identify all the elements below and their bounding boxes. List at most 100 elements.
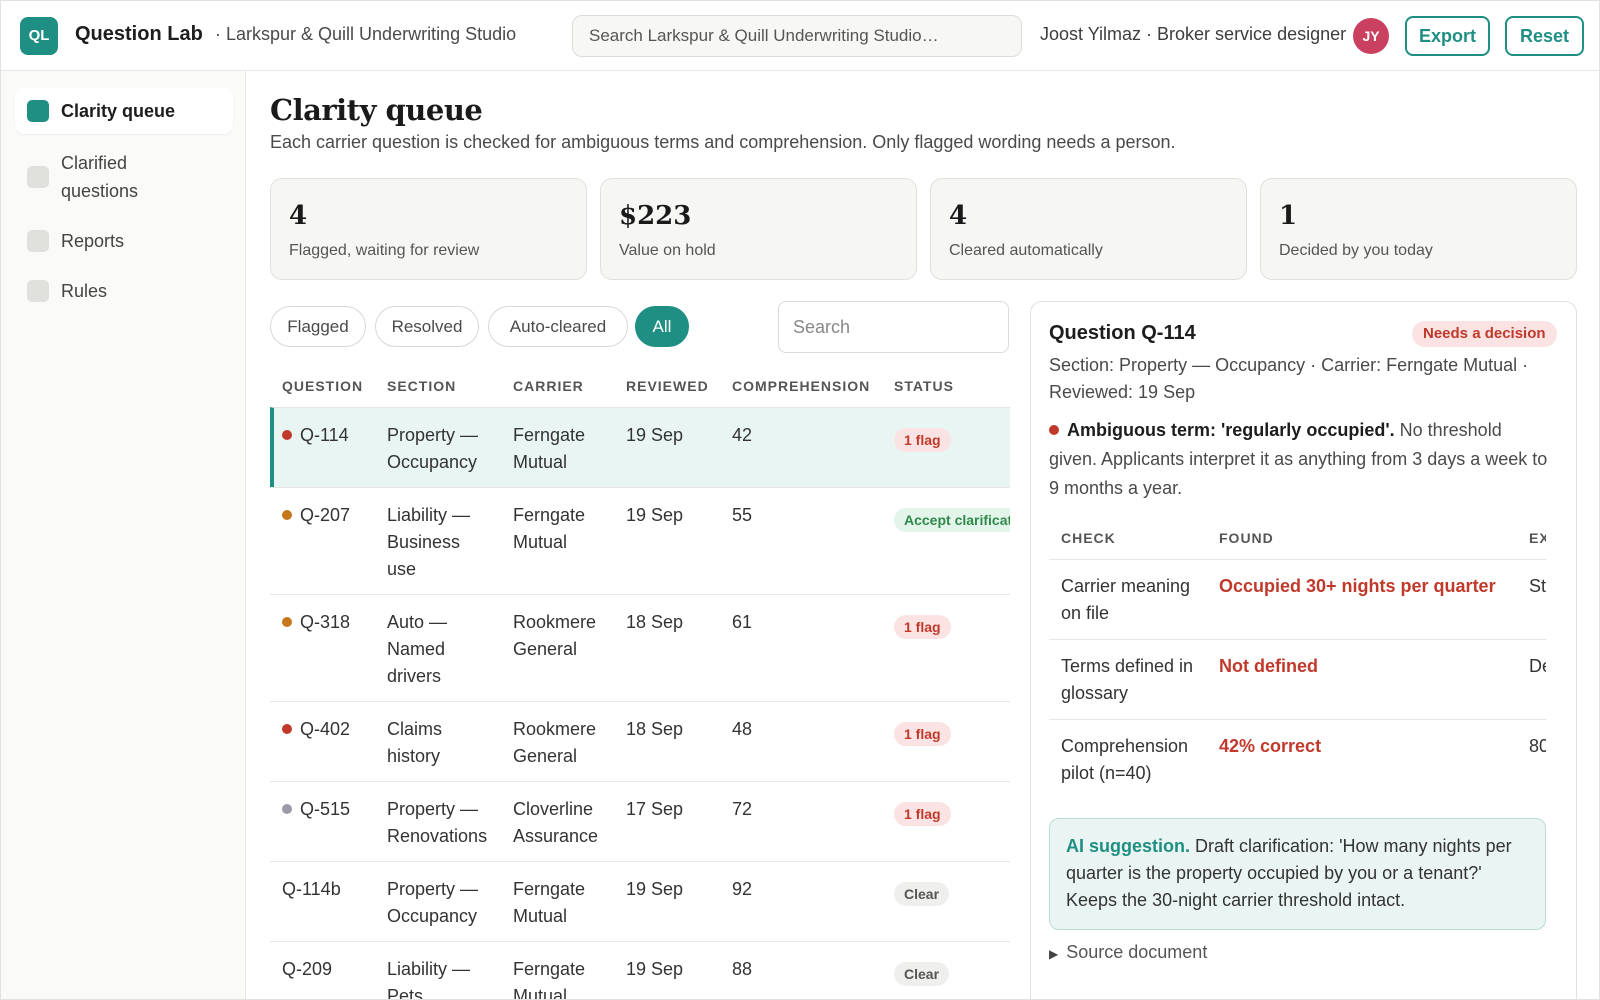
sidebar-item-clarity-queue[interactable]: Clarity queue — [15, 88, 233, 134]
sidebar-item-clarified-questions[interactable]: Clarified questions — [15, 146, 233, 208]
sidebar-item-reports[interactable]: Reports — [15, 221, 233, 261]
stat-card-flagged: 4 Flagged, waiting for review — [270, 178, 587, 280]
table-row[interactable]: Q-402 Claims history Rookmere General 18… — [270, 701, 1010, 781]
question-id: Q-515 — [300, 799, 351, 819]
question-id: Q-114 — [300, 425, 349, 445]
section-cell: Auto — Named drivers — [387, 612, 448, 686]
check-name: Comprehension pilot (n=40) — [1061, 736, 1189, 783]
question-id-cell: Q-207 — [282, 502, 350, 529]
reviewed-cell: 19 Sep — [626, 505, 684, 525]
sidebar-item-label: Reports — [61, 231, 125, 251]
ai-suggestion-label: AI suggestion. — [1066, 836, 1191, 856]
stat-label: Decided by you today — [1279, 242, 1433, 259]
check-row: Comprehension pilot (n=40) 42% correct 8… — [1049, 719, 1546, 799]
detail-meta: Section: Property — Occupancy · Carrier:… — [1049, 355, 1529, 402]
column-header-comprehension[interactable]: COMPREHENSION — [732, 378, 870, 394]
check-name: Carrier meaning on file — [1061, 576, 1191, 623]
sidebar: Clarity queue Clarified questions Report… — [1, 71, 246, 999]
flag-dot-icon — [282, 617, 292, 627]
comprehension-cell: 42 — [732, 425, 753, 445]
question-id: Q-209 — [282, 959, 333, 979]
stat-label: Flagged, waiting for review — [289, 242, 480, 259]
caret-right-icon: ▶ — [1049, 947, 1059, 961]
status-badge: 1 flag — [894, 802, 951, 826]
column-header-status[interactable]: STATUS — [894, 378, 954, 394]
table-row[interactable]: Q-114 Property — Occupancy Ferngate Mutu… — [270, 407, 1010, 487]
reviewed-cell: 19 Sep — [626, 959, 684, 979]
column-header-found: FOUND — [1219, 530, 1274, 546]
column-header-question[interactable]: QUESTION — [282, 378, 363, 394]
flag-dot-icon — [282, 804, 292, 814]
section-cell: Liability — Pets — [387, 959, 471, 1000]
stat-label: Cleared automatically — [949, 242, 1103, 259]
column-header-section[interactable]: SECTION — [387, 378, 456, 394]
export-button[interactable]: Export — [1405, 16, 1490, 56]
filter-resolved[interactable]: Resolved — [375, 306, 479, 347]
flag-dot-icon — [282, 430, 292, 440]
comprehension-cell: 72 — [732, 799, 753, 819]
decision-badge: Needs a decision — [1412, 321, 1557, 347]
section-cell: Property — Occupancy — [387, 425, 479, 472]
ambiguity-term: Ambiguous term: 'regularly occupied'. — [1067, 420, 1395, 440]
question-id: Q-207 — [300, 505, 351, 525]
nav-square-icon — [27, 230, 49, 252]
status-badge: Clear — [894, 882, 950, 906]
status-badge: 1 flag — [894, 428, 951, 452]
comprehension-cell: 55 — [732, 505, 753, 525]
nav-square-icon — [27, 166, 49, 188]
filter-all[interactable]: All — [635, 306, 689, 347]
stat-value: 4 — [949, 201, 968, 231]
status-badge: 1 flag — [894, 615, 951, 639]
sidebar-item-rules[interactable]: Rules — [15, 271, 233, 311]
check-found: Not defined — [1219, 656, 1318, 676]
stat-label: Value on hold — [619, 242, 716, 259]
table-row[interactable]: Q-515 Property — Renovations Cloverline … — [270, 781, 1010, 861]
carrier-cell: Cloverline Assurance — [513, 799, 599, 846]
carrier-cell: Rookmere General — [513, 612, 597, 659]
reset-button[interactable]: Reset — [1505, 16, 1584, 56]
sidebar-item-label: Clarity queue — [61, 101, 176, 121]
app-logo: QL — [20, 17, 58, 55]
checks-table: CHECK FOUND EXPECTED Carrier meaning on … — [1049, 517, 1546, 799]
status-badge: 1 flag — [894, 722, 951, 746]
check-name: Terms defined in glossary — [1061, 656, 1194, 703]
filter-auto-cleared[interactable]: Auto-cleared — [488, 306, 628, 347]
check-expected: 80% — [1529, 736, 1546, 756]
carrier-cell: Ferngate Mutual — [513, 879, 586, 926]
app-window: QL Question Lab · Larkspur & Quill Under… — [0, 0, 1600, 1000]
stat-value: $223 — [619, 201, 692, 231]
filter-flagged[interactable]: Flagged — [270, 306, 366, 347]
table-row[interactable]: Q-114b Property — Occupancy Ferngate Mut… — [270, 861, 1010, 941]
table-row[interactable]: Q-318 Auto — Named drivers Rookmere Gene… — [270, 594, 1010, 701]
column-header-check: CHECK — [1061, 530, 1116, 546]
status-badge[interactable]: Accept clarification — [894, 508, 1010, 532]
question-id-cell: Q-515 — [282, 796, 350, 823]
reviewed-cell: 17 Sep — [626, 799, 684, 819]
source-document-toggle[interactable]: ▶ Source document — [1049, 942, 1207, 963]
nav-square-icon — [27, 280, 49, 302]
nav-square-icon — [27, 100, 49, 122]
table-row[interactable]: Q-209 Liability — Pets Ferngate Mutual 1… — [270, 941, 1010, 1000]
sidebar-item-label: Clarified questions — [61, 153, 139, 201]
column-header-reviewed[interactable]: REVIEWED — [626, 378, 709, 394]
table-search-input[interactable] — [778, 301, 1009, 353]
check-expected: Def — [1529, 656, 1546, 676]
comprehension-cell: 48 — [732, 719, 753, 739]
question-detail-panel: Question Q-114 Needs a decision Section:… — [1030, 301, 1577, 999]
avatar[interactable]: JY — [1353, 18, 1389, 54]
page-title: Clarity queue — [270, 93, 483, 127]
source-document-label: Source document — [1066, 942, 1208, 962]
workspace-name: · Larkspur & Quill Underwriting Studio — [215, 24, 517, 44]
question-id-cell: Q-114 — [282, 422, 349, 449]
check-found: Occupied 30+ nights per quarter — [1219, 576, 1496, 596]
check-expected: Sta — [1529, 576, 1546, 596]
question-id: Q-114b — [282, 879, 341, 899]
table-row[interactable]: Q-207 Liability — Business use Ferngate … — [270, 487, 1010, 594]
status-badge: Clear — [894, 962, 950, 986]
reviewed-cell: 19 Sep — [626, 425, 684, 445]
column-header-carrier[interactable]: CARRIER — [513, 378, 584, 394]
flag-dot-icon — [282, 724, 292, 734]
global-search-input[interactable] — [572, 15, 1022, 57]
sidebar-item-label: Rules — [61, 281, 108, 301]
stat-card-cleared: 4 Cleared automatically — [930, 178, 1247, 280]
